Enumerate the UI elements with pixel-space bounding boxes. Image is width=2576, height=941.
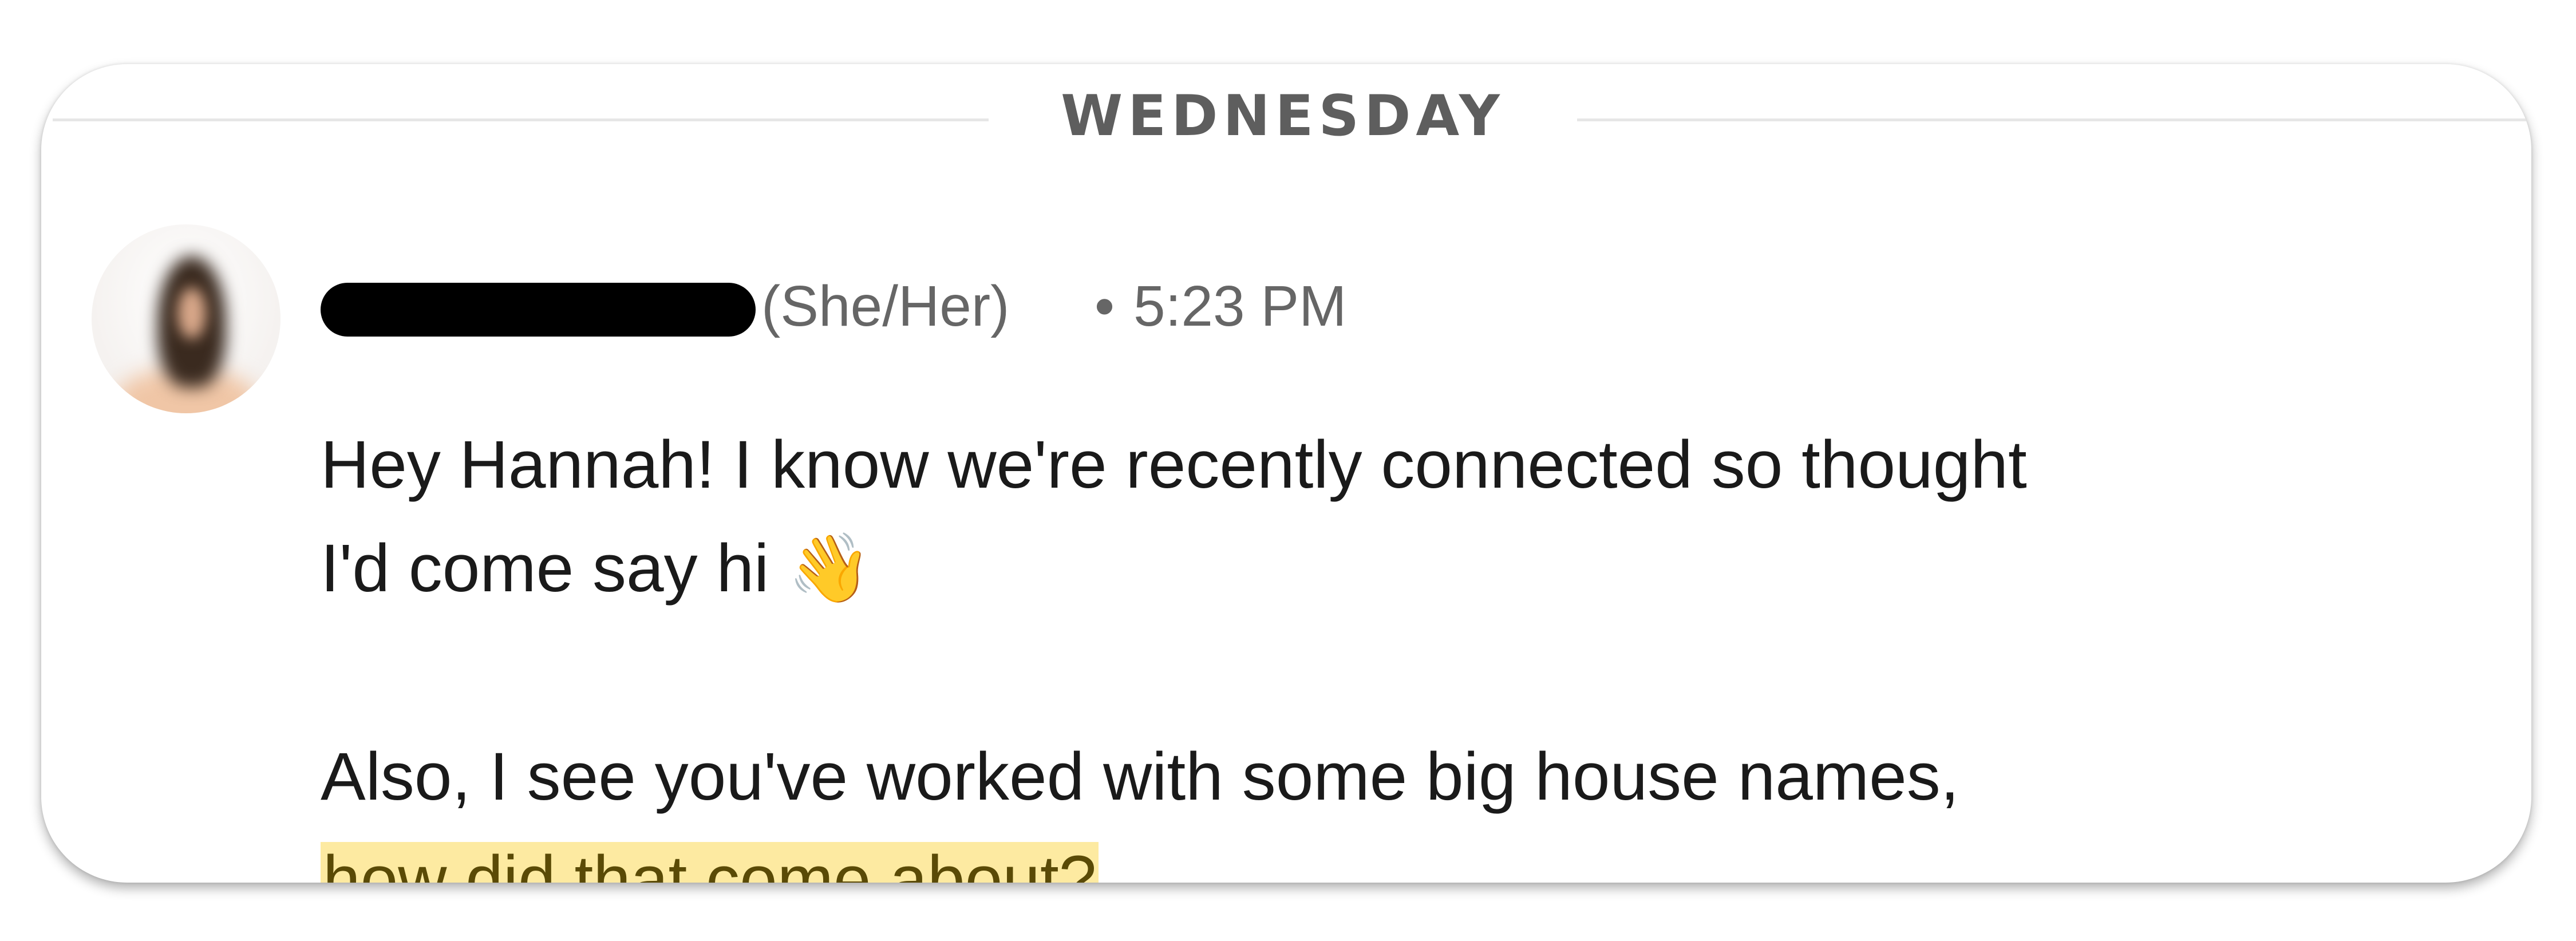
waving-hand-icon: 👋 (788, 528, 872, 607)
date-divider-label: WEDNESDAY (1061, 84, 1505, 149)
message-body: Hey Hannah! I know we're recently connec… (321, 413, 2381, 883)
sender-pronouns: (She/Her) (761, 274, 1010, 338)
divider-line-right (1577, 118, 2531, 121)
date-divider: WEDNESDAY (41, 64, 2531, 173)
message-line: Hey Hannah! I know we're recently connec… (321, 427, 2027, 503)
sender-avatar[interactable] (92, 224, 280, 413)
message-line: Also, I see you've worked with some big … (321, 739, 1959, 815)
message-timestamp: 5:23 PM (1133, 274, 1347, 338)
message-line: I'd come say hi 👋 (321, 516, 2381, 619)
highlighted-text: how did that come about? (321, 842, 1099, 883)
message-spacer (321, 619, 2381, 725)
message-card: WEDNESDAY (She/Her) • 5:23 PM Hey Hannah… (41, 64, 2531, 883)
divider-line-left (53, 118, 989, 121)
message-text: I'd come say hi (321, 531, 788, 606)
header-separator: • (1095, 274, 1115, 338)
sender-name-redacted[interactable] (321, 283, 756, 337)
message-line: how did that come about? (321, 828, 2381, 883)
message-header: (She/Her) • 5:23 PM (321, 269, 2038, 343)
